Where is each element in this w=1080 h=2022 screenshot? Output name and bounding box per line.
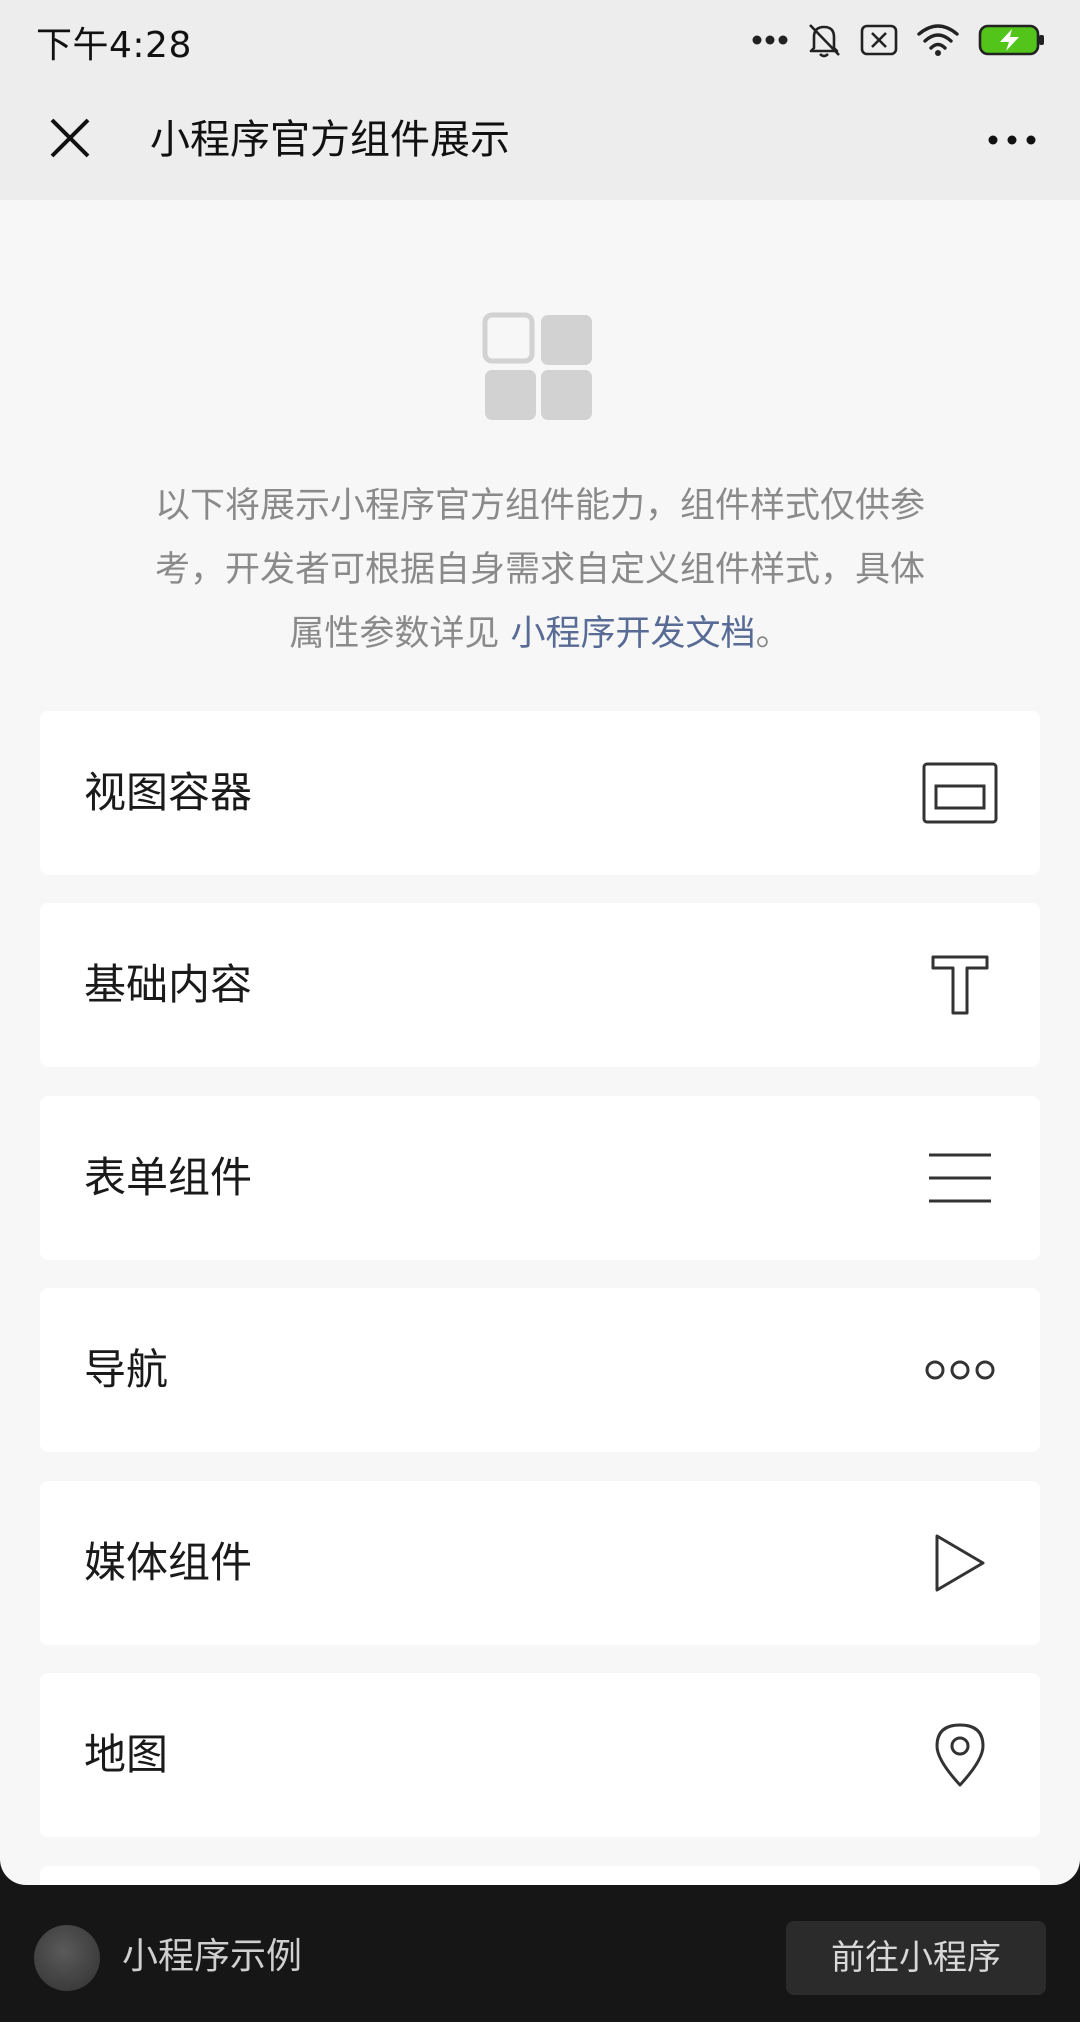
list-item-label: 视图容器 (84, 768, 253, 817)
intro-line-3: 属性参数详见 小程序开发文档。 (100, 602, 980, 666)
wifi-icon (916, 23, 960, 57)
close-button[interactable] (44, 114, 96, 166)
app-name: 小程序示例 (122, 1936, 303, 1977)
intro-text: 以下将展示小程序官方组件能力，组件样式仅供参 考，开发者可根据自身需求自定义组件… (100, 474, 980, 666)
list-item-basic-content[interactable]: 基础内容 (40, 903, 1040, 1067)
map-pin-icon (920, 1715, 1000, 1795)
list-item-view-container[interactable]: 视图容器 (40, 711, 1040, 875)
text-t-icon (920, 945, 1000, 1025)
play-icon (920, 1523, 1000, 1603)
list-item-label: 媒体组件 (84, 1538, 253, 1587)
enter-mini-program-button[interactable]: 前往小程序 (786, 1921, 1046, 1995)
view-container-icon (920, 753, 1000, 833)
nav-bar: 小程序官方组件展示 (0, 80, 1080, 200)
list-item-label: 导航 (84, 1345, 169, 1394)
intro-line-1: 以下将展示小程序官方组件能力，组件样式仅供参 (154, 486, 925, 526)
list-item-label: 地图 (84, 1730, 169, 1779)
battery-charging-icon (978, 23, 1046, 57)
more-dots-icon (752, 34, 788, 46)
list-item-label: 基础内容 (84, 960, 253, 1009)
more-button[interactable] (980, 114, 1044, 166)
list-item-form-components[interactable]: 表单组件 (40, 1096, 1040, 1260)
close-icon (48, 116, 92, 164)
sim-off-icon (860, 23, 898, 57)
intro-line-3-prefix: 属性参数详见 (289, 614, 511, 654)
bell-muted-icon (806, 21, 842, 59)
list-item-next[interactable] (40, 1866, 1040, 1885)
list-item-label: 表单组件 (84, 1153, 253, 1202)
intro-line-3-suffix: 。 (755, 614, 791, 654)
list-item-media-components[interactable]: 媒体组件 (40, 1481, 1040, 1645)
intro-line-2: 考，开发者可根据自身需求自定义组件样式，具体 (154, 550, 925, 590)
status-time: 下午4:28 (36, 25, 192, 66)
dev-docs-link[interactable]: 小程序开发文档 (511, 614, 756, 654)
form-lines-icon (920, 1138, 1000, 1218)
status-bar: 下午4:28 (0, 0, 1080, 80)
avatar (34, 1925, 100, 1991)
navigation-dots-icon (920, 1330, 1000, 1410)
status-icons (752, 18, 1046, 62)
page-sheet: 下午4:28 小程序官方组件展示 以下将展示小程序官方组件能力，组件样式仅供参 … (0, 0, 1080, 1885)
list-item-navigation[interactable]: 导航 (40, 1288, 1040, 1452)
bottom-bar: 小程序示例 前往小程序 (0, 1885, 1080, 2022)
page-title: 小程序官方组件展示 (150, 117, 510, 163)
component-grid-icon (482, 312, 594, 422)
list-item-map[interactable]: 地图 (40, 1673, 1040, 1837)
more-icon (987, 131, 1037, 150)
